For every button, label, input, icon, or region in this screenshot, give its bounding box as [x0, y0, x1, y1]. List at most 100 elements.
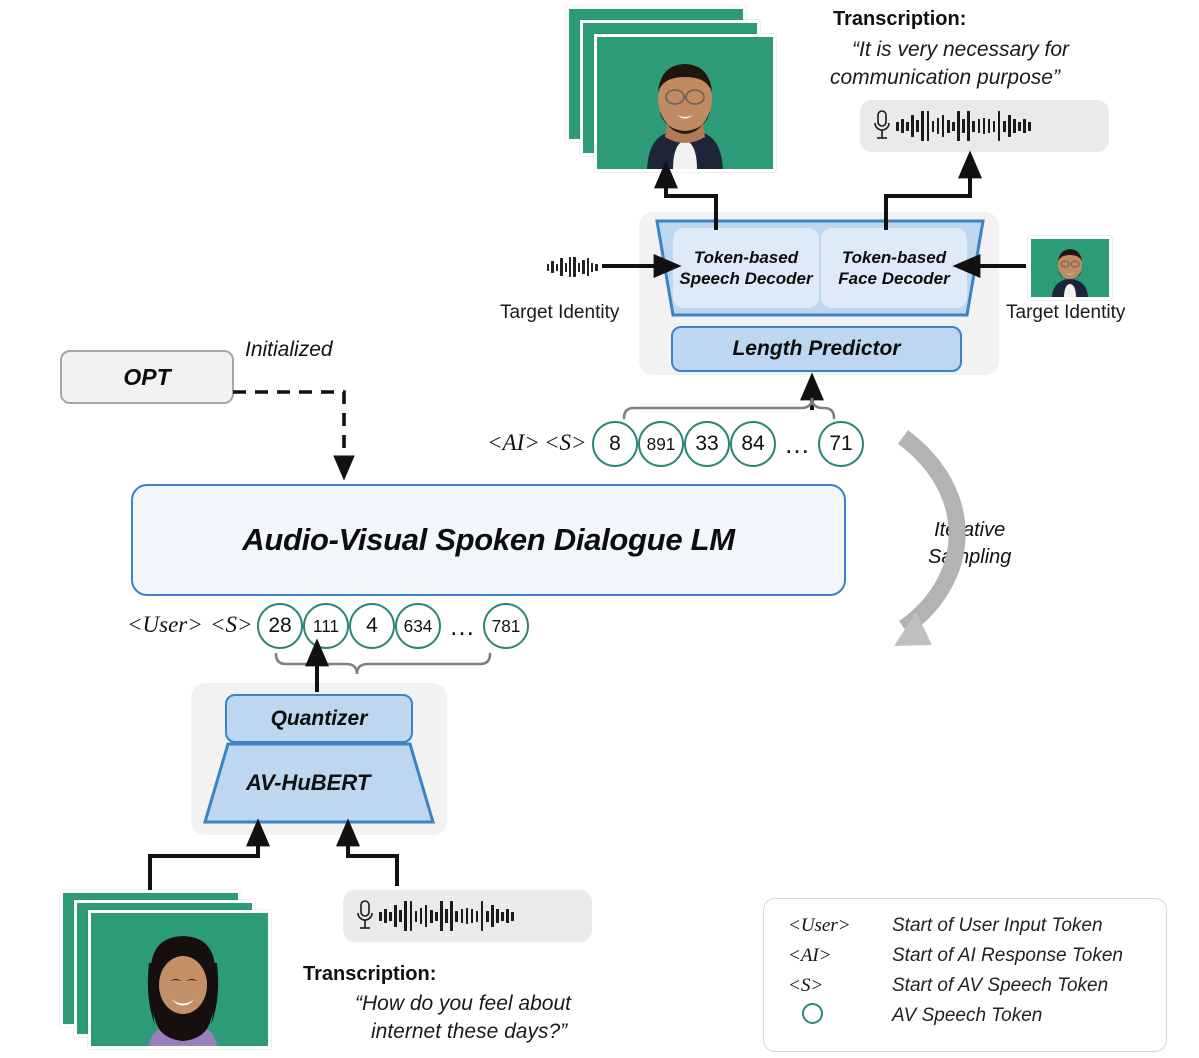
waveform-bar — [470, 909, 474, 923]
waveform-bar — [555, 263, 559, 271]
waveform-bar — [404, 901, 408, 931]
microphone-glyph — [874, 110, 890, 139]
waveform-bar — [564, 262, 567, 272]
waveform-bar — [972, 120, 975, 132]
waveform-bar — [414, 910, 418, 922]
iterative-sampling-line2: Sampling — [928, 546, 1012, 568]
av-speech-token[interactable]: 84 — [730, 421, 776, 467]
waveform-bar — [921, 111, 925, 141]
av-speech-token[interactable]: 28 — [257, 603, 303, 649]
input-face-frame-stack — [60, 890, 271, 1058]
token-ellipsis: … — [448, 610, 476, 641]
av-speech-token[interactable]: 891 — [638, 421, 684, 467]
waveform-bar — [399, 910, 402, 922]
input-audio-waveform-pill — [343, 890, 592, 942]
waveform-bar — [455, 910, 458, 922]
waveform-bar — [1008, 115, 1011, 137]
av-speech-token[interactable]: 8 — [592, 421, 638, 467]
av-speech-token[interactable]: 634 — [395, 603, 441, 649]
legend-value: AV Speech Token — [892, 1005, 1043, 1026]
waveform-bar — [506, 909, 509, 923]
av-hubert-label: AV-HuBERT — [246, 770, 371, 795]
av-speech-token[interactable]: 71 — [818, 421, 864, 467]
waveform-bar — [936, 118, 940, 134]
microphone-icon — [872, 109, 892, 143]
ai-tag-label: <AI> — [487, 430, 540, 455]
waveform-bar — [992, 120, 996, 132]
waveform-bar — [962, 119, 965, 133]
arrow-input-audio-to-avhubert — [336, 818, 399, 886]
av-speech-token[interactable]: 33 — [684, 421, 730, 467]
waveform-bar — [916, 120, 919, 132]
waveform-bar — [496, 909, 499, 923]
audio-visual-spoken-dialogue-lm-box[interactable]: Audio-Visual Spoken Dialogue LM — [131, 484, 846, 596]
legend-row: <S> Start of AV Speech Token — [788, 971, 1166, 1001]
waveform-bar — [389, 911, 392, 921]
output-face-frame-stack — [566, 6, 776, 172]
av-speech-token-icon — [802, 1002, 823, 1024]
quantizer-box[interactable]: Quantizer — [225, 694, 413, 743]
face-frame-front-male — [594, 34, 776, 172]
input-face-frame-front-female — [88, 910, 271, 1049]
target-identity-right-label: Target Identity — [1006, 302, 1126, 323]
lm-title-label: Audio-Visual Spoken Dialogue LM — [242, 522, 735, 557]
waveform-bar — [475, 910, 479, 922]
waveform-bar — [577, 262, 581, 272]
waveform-bar — [568, 257, 572, 277]
face-decoder-label-line2: Face Decoder — [838, 269, 950, 288]
length-predictor-box[interactable]: Length Predictor — [671, 326, 962, 372]
output-transcription-line1: “It is very necessary for — [852, 38, 1070, 61]
ai-token-row: 8 891 33 84… 71 — [592, 421, 864, 467]
waveform-bar — [480, 901, 484, 931]
waveform-bar — [440, 901, 443, 931]
av-speech-token[interactable]: 781 — [483, 603, 529, 649]
waveform-bar — [435, 911, 438, 921]
waveform-bar — [379, 911, 382, 921]
waveform-bar — [896, 121, 899, 131]
opt-box[interactable]: OPT — [60, 350, 234, 404]
waveform-bar — [384, 909, 387, 923]
output-audio-waveform-pill — [860, 100, 1109, 152]
waveform-bar — [931, 120, 935, 132]
waveform-bar — [465, 908, 469, 924]
waveform-bar — [460, 909, 464, 923]
legend-value: Start of AI Response Token — [892, 945, 1123, 966]
waveform-bar — [511, 911, 515, 921]
waveform-bar — [551, 261, 554, 273]
waveform-bar — [911, 115, 914, 137]
waveform-bar — [987, 119, 991, 133]
speech-decoder-label-line1: Token-based — [693, 247, 799, 267]
waveform-bar — [491, 905, 494, 927]
initialized-label: Initialized — [245, 338, 333, 361]
token-based-face-decoder-box[interactable]: Token-based Face Decoder — [821, 228, 967, 308]
input-transcription-line2: internet these days?” — [371, 1020, 568, 1043]
waveform-bar — [595, 263, 598, 271]
waveform-bar — [967, 111, 970, 141]
waveform-bars — [892, 100, 1097, 152]
waveform-bar — [485, 910, 489, 922]
female-speaker-portrait — [91, 913, 268, 1046]
waveform-bar — [946, 119, 950, 133]
microphone-glyph-input — [357, 900, 373, 929]
face-decoder-label-line1: Token-based — [841, 247, 947, 267]
quantizer-label: Quantizer — [270, 706, 368, 730]
av-speech-token[interactable]: 111 — [303, 603, 349, 649]
target-identity-audio-waveform — [547, 256, 598, 278]
waveform-bar — [409, 901, 413, 931]
waveform-bar — [394, 905, 397, 927]
waveform-bar — [450, 901, 453, 931]
brace-ai-tokens — [622, 397, 836, 420]
waveform-bar — [547, 263, 550, 271]
waveform-bar — [445, 909, 448, 923]
legend-value: Start of User Input Token — [892, 915, 1103, 936]
token-based-speech-decoder-box[interactable]: Token-based Speech Decoder — [673, 228, 819, 308]
waveform-bar — [560, 258, 563, 276]
waveform-bar — [1002, 120, 1006, 132]
waveform-bars-input — [375, 890, 580, 942]
waveform-bar — [906, 121, 909, 131]
legend-box: <User> Start of User Input Token <AI> Start… — [763, 898, 1167, 1052]
legend-row: AV Speech Token — [788, 1001, 1166, 1031]
waveform-bar — [586, 258, 589, 276]
legend-key — [788, 1002, 892, 1030]
av-speech-token[interactable]: 4 — [349, 603, 395, 649]
